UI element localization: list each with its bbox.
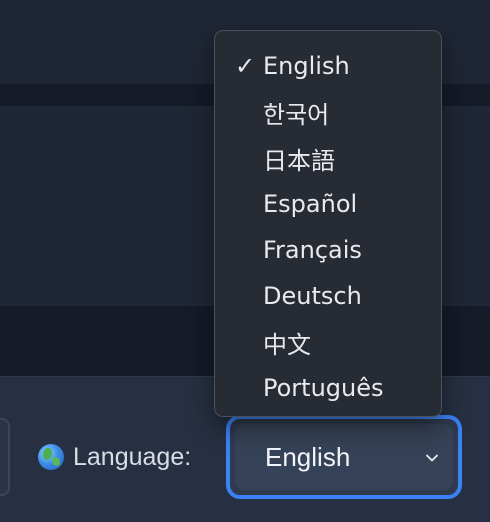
menu-item-portuguese[interactable]: Português bbox=[215, 365, 441, 411]
check-icon: ✓ bbox=[235, 53, 256, 80]
language-select-box[interactable]: English bbox=[235, 424, 453, 490]
app-window: Language: English ✓ English 한국어 日本語 Espa… bbox=[0, 0, 490, 522]
language-select-value: English bbox=[265, 441, 351, 472]
chevron-down-icon bbox=[426, 454, 438, 462]
menu-item-label: Français bbox=[263, 236, 362, 264]
language-label: Language: bbox=[38, 438, 191, 476]
menu-item-label: English bbox=[263, 52, 350, 80]
menu-item-japanese[interactable]: 日本語 bbox=[215, 135, 441, 181]
menu-item-label: 中文 bbox=[263, 330, 311, 359]
globe-icon bbox=[38, 444, 64, 470]
menu-item-spanish[interactable]: Español bbox=[215, 181, 441, 227]
menu-item-label: Deutsch bbox=[263, 282, 362, 310]
menu-item-label: 한국어 bbox=[263, 100, 330, 129]
language-dropdown-menu: ✓ English 한국어 日本語 Español Français Deuts… bbox=[214, 30, 442, 417]
menu-item-french[interactable]: Français bbox=[215, 227, 441, 273]
partial-button[interactable] bbox=[0, 418, 10, 496]
menu-item-label: Español bbox=[263, 190, 358, 218]
menu-item-english[interactable]: ✓ English bbox=[215, 43, 441, 89]
menu-item-label: 日本語 bbox=[263, 146, 335, 175]
language-select[interactable]: English bbox=[226, 415, 462, 499]
menu-item-label: Português bbox=[263, 374, 384, 402]
language-label-text: Language: bbox=[73, 442, 192, 471]
menu-item-chinese[interactable]: 中文 bbox=[215, 319, 441, 365]
menu-item-korean[interactable]: 한국어 bbox=[215, 89, 441, 135]
menu-item-german[interactable]: Deutsch bbox=[215, 273, 441, 319]
